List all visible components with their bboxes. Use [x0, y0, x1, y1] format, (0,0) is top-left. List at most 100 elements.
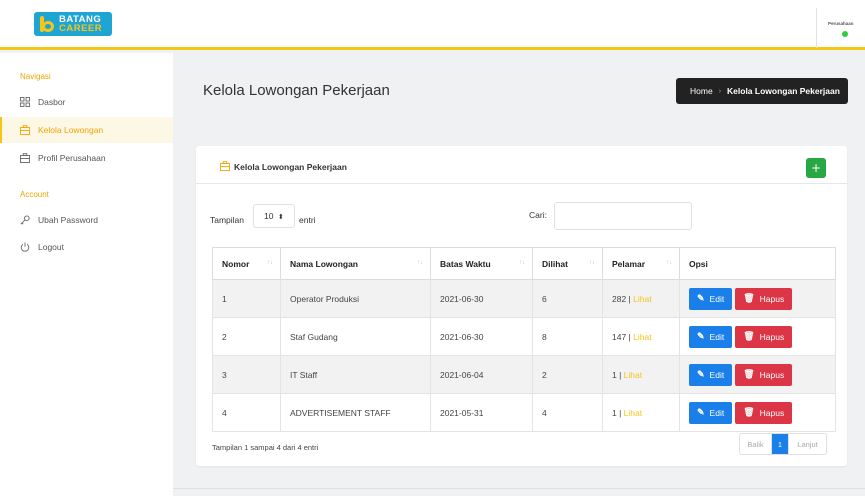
card-title-text: Kelola Lowongan Pekerjaan [234, 162, 347, 172]
column-header-pelamar[interactable]: Pelamar ↑↓ [602, 247, 680, 280]
breadcrumb-current: Kelola Lowongan Pekerjaan [727, 86, 840, 96]
column-header-batas-waktu[interactable]: Batas Waktu ↑↓ [430, 247, 533, 280]
sidebar-item-logout[interactable]: Logout [0, 234, 173, 260]
cell-opsi: ✎ Edit 🗑 Hapus [679, 279, 836, 318]
key-icon [20, 215, 30, 225]
edit-icon: ✎ [697, 331, 705, 341]
table-row: 2 Staf Gudang 2021-06-30 8 147 | Lihat ✎… [212, 317, 836, 356]
cell-opsi: ✎ Edit 🗑 Hapus [679, 355, 836, 394]
edit-button[interactable]: ✎ Edit [689, 287, 733, 310]
pagination-next-button[interactable]: Lanjut [788, 434, 826, 454]
column-header-dilihat[interactable]: Dilihat ↑↓ [532, 247, 603, 280]
cell-dilihat: 2 [532, 355, 603, 394]
lowongan-table: Nomor ↑↓ Nama Lowongan ↑↓ Batas Waktu ↑↓ Di… [212, 247, 836, 432]
cell-pelamar: 282 | Lihat [602, 279, 680, 318]
lihat-link[interactable]: Lihat [633, 332, 651, 342]
sort-icon: ↑↓ [267, 260, 273, 266]
lihat-link[interactable]: Lihat [633, 294, 651, 304]
cell-nomor: 4 [212, 393, 281, 432]
cell-dilihat: 4 [532, 393, 603, 432]
sort-icon: ↑↓ [417, 260, 423, 266]
sidebar-item-label: Kelola Lowongan [38, 125, 104, 135]
edit-button[interactable]: ✎ Edit [689, 401, 733, 424]
cell-batas: 2021-06-30 [430, 317, 533, 356]
trash-icon: 🗑 [743, 369, 755, 379]
cell-dilihat: 6 [532, 279, 603, 318]
sidebar-item-dasbor[interactable]: Dasbor [0, 89, 173, 115]
delete-button[interactable]: 🗑 Hapus [735, 325, 793, 348]
cell-pelamar: 1 | Lihat [602, 355, 680, 394]
cell-batas: 2021-05-31 [430, 393, 533, 432]
delete-button[interactable]: 🗑 Hapus [735, 287, 793, 310]
sidebar-item-label: Profil Perusahaan [38, 153, 106, 163]
search-input[interactable] [554, 202, 692, 230]
cell-pelamar: 1 | Lihat [602, 393, 680, 432]
card-header: Kelola Lowongan Pekerjaan + [196, 146, 847, 184]
cell-nomor: 1 [212, 279, 281, 318]
trash-icon: 🗑 [743, 407, 755, 417]
edit-icon: ✎ [697, 369, 705, 379]
chevron-right-icon: › [718, 87, 722, 95]
pagination-prev-button[interactable]: Balik [740, 434, 772, 454]
card-title: Kelola Lowongan Pekerjaan [220, 161, 347, 173]
cell-batas: 2021-06-30 [430, 279, 533, 318]
cell-nama: IT Staff [280, 355, 431, 394]
sidebar-item-label: Logout [38, 242, 64, 252]
table-row: 1 Operator Produksi 2021-06-30 6 282 | L… [212, 279, 836, 318]
briefcase-icon [20, 125, 30, 135]
lihat-link[interactable]: Lihat [624, 408, 642, 418]
sidebar-item-ubah-password[interactable]: Ubah Password [0, 207, 173, 233]
cell-nama: Staf Gudang [280, 317, 431, 356]
sidebar-heading-navigasi: Navigasi [20, 72, 51, 81]
sidebar-item-label: Dasbor [38, 97, 66, 107]
lowongan-card: Kelola Lowongan Pekerjaan + Tampilan 10 … [196, 146, 847, 466]
table-row: 3 IT Staff 2021-06-04 2 1 | Lihat ✎ Edit 🗑… [212, 355, 836, 394]
table-info: Tampilan 1 sampai 4 dari 4 entri [212, 443, 319, 452]
breadcrumb: Home › Kelola Lowongan Pekerjaan [676, 78, 848, 104]
pelamar-count: 147 | [612, 331, 631, 342]
search-label: Cari: [529, 210, 547, 220]
lihat-link[interactable]: Lihat [624, 370, 642, 380]
cell-nama: Operator Produksi [280, 279, 431, 318]
cell-nomor: 2 [212, 317, 281, 356]
page-title: Kelola Lowongan Pekerjaan [203, 82, 390, 99]
pelamar-count: 1 | [612, 369, 622, 380]
topbar-divider [816, 8, 817, 48]
footer-divider [173, 488, 865, 489]
pelamar-count: 282 | [612, 293, 631, 304]
power-icon [20, 242, 30, 252]
cell-nomor: 3 [212, 355, 281, 394]
building-icon [20, 153, 30, 163]
cell-dilihat: 8 [532, 317, 603, 356]
select-arrows-icon: ⬍ [277, 214, 284, 221]
edit-icon: ✎ [697, 407, 705, 417]
trash-icon: 🗑 [743, 293, 755, 303]
length-suffix: entri [299, 215, 316, 225]
cell-opsi: ✎ Edit 🗑 Hapus [679, 393, 836, 432]
edit-icon: ✎ [697, 293, 705, 303]
pagination-page-1[interactable]: 1 [772, 434, 788, 454]
edit-button[interactable]: ✎ Edit [689, 363, 733, 386]
sort-icon: ↑↓ [589, 260, 595, 266]
online-status-dot [842, 31, 848, 37]
length-label: Tampilan [210, 215, 245, 225]
breadcrumb-home-link[interactable]: Home [690, 86, 713, 96]
sidebar-item-profil-perusahaan[interactable]: Profil Perusahaan [0, 145, 173, 171]
delete-button[interactable]: 🗑 Hapus [735, 363, 793, 386]
cell-pelamar: 147 | Lihat [602, 317, 680, 356]
sidebar: Navigasi Dasbor Kelola Lowongan Profil P… [0, 53, 173, 496]
sidebar-heading-account: Account [20, 190, 49, 199]
batang-career-logo[interactable]: BATANG CAREER [34, 12, 112, 36]
sort-icon: ↑↓ [519, 260, 525, 266]
column-header-nama-lowongan[interactable]: Nama Lowongan ↑↓ [280, 247, 431, 280]
edit-button[interactable]: ✎ Edit [689, 325, 733, 348]
delete-button[interactable]: 🗑 Hapus [735, 401, 793, 424]
entries-length-select[interactable]: 10 ⬍ [253, 204, 295, 228]
column-header-nomor[interactable]: Nomor ↑↓ [212, 247, 281, 280]
trash-icon: 🗑 [743, 331, 755, 341]
user-name[interactable]: Perusahaan [828, 21, 854, 26]
add-lowongan-button[interactable]: + [806, 158, 826, 178]
cell-batas: 2021-06-04 [430, 355, 533, 394]
column-header-opsi: Opsi [679, 247, 836, 280]
sidebar-item-kelola-lowongan[interactable]: Kelola Lowongan [0, 117, 173, 143]
